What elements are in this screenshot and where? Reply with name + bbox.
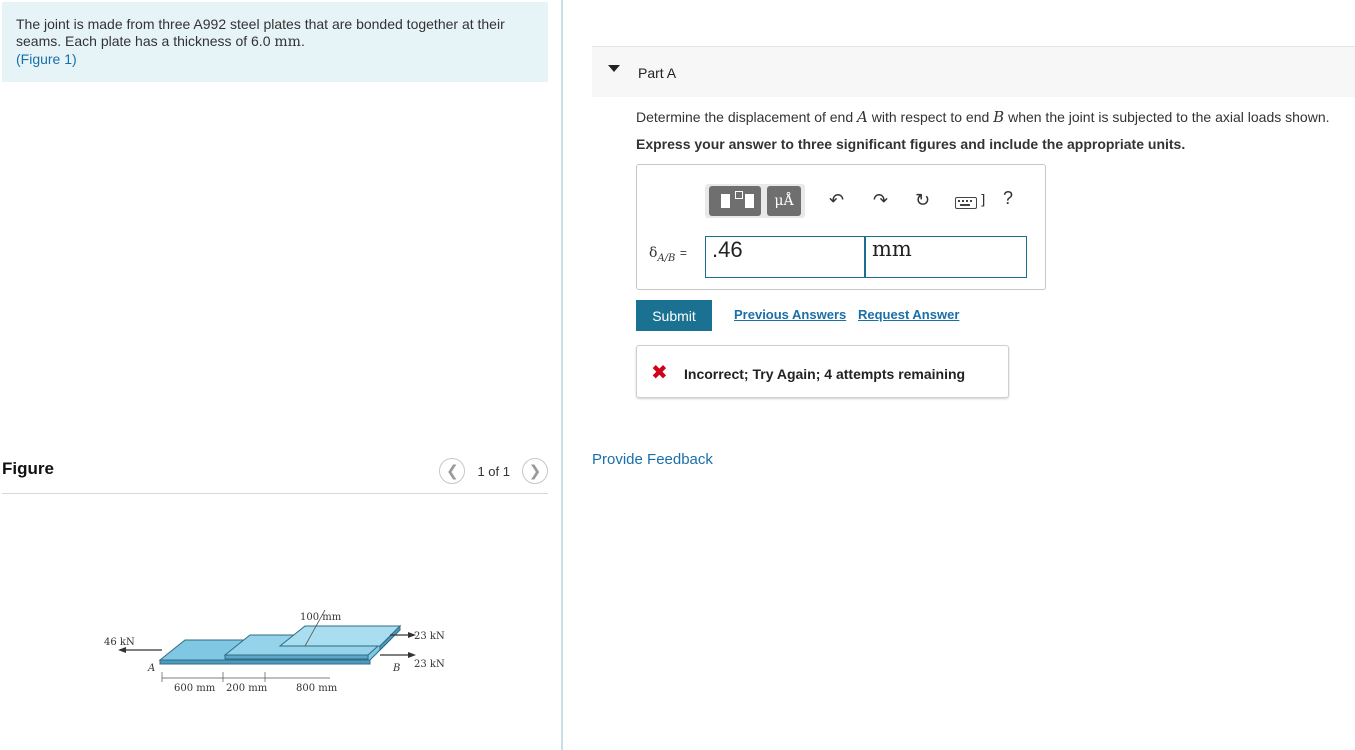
figure-image: 46 kN A B 100 mm 23 kN 23 kN 600 mm 200 …: [90, 600, 460, 700]
label-width: 100 mm: [300, 612, 342, 623]
column-divider: [561, 0, 563, 750]
label-load-bottom-right: 23 kN: [414, 659, 445, 670]
label-len-2: 200 mm: [226, 683, 268, 694]
plate-bottom-edge: [159, 659, 371, 665]
problem-text: The joint is made from three A992 steel …: [16, 16, 505, 49]
keyboard-icon[interactable]: ]: [955, 193, 985, 214]
redo-icon[interactable]: ↷: [873, 190, 888, 211]
template-icon: [721, 194, 730, 208]
figure-title: Figure: [2, 459, 54, 478]
toolbar-group: μÅ: [705, 184, 805, 218]
help-button[interactable]: ?: [1003, 188, 1013, 209]
figure-link[interactable]: (Figure 1): [16, 51, 77, 67]
label-len-1: 600 mm: [174, 683, 216, 694]
templates-button[interactable]: [709, 186, 761, 216]
caret-down-icon[interactable]: [608, 65, 620, 72]
var-a: A: [857, 108, 868, 126]
provide-feedback-link[interactable]: Provide Feedback: [592, 451, 713, 468]
units-button[interactable]: μÅ: [767, 186, 801, 216]
submit-button[interactable]: Submit: [636, 300, 712, 331]
part-a-header[interactable]: Part A: [592, 46, 1355, 97]
label-load-left: 46 kN: [104, 637, 135, 648]
problem-unit: mm: [274, 34, 301, 50]
math-toolbar: μÅ ↶ ↷ ↻ ] ?: [705, 184, 1025, 218]
load-arrowhead-bottom-right: [408, 652, 416, 658]
label-point-b: B: [392, 663, 400, 674]
label-point-a: A: [147, 663, 155, 674]
feedback-box: ✖ Incorrect; Try Again; 4 attempts remai…: [636, 345, 1009, 398]
question-text: Determine the displacement of end A with…: [636, 108, 1330, 126]
plate-middle-edge: [224, 654, 369, 660]
label-len-3: 800 mm: [296, 683, 338, 694]
unit-input[interactable]: mm: [865, 236, 1027, 278]
chevron-right-icon[interactable]: ❯: [522, 458, 548, 484]
figure-pager: ❮ 1 of 1 ❯: [439, 458, 548, 484]
label-load-top-right: 23 kN: [414, 631, 445, 642]
request-answer-link[interactable]: Request Answer: [858, 307, 959, 322]
problem-period: .: [300, 33, 305, 49]
part-title: Part A: [638, 65, 677, 81]
figure-header: Figure ❮ 1 of 1 ❯: [2, 456, 548, 494]
feedback-message: Incorrect; Try Again; 4 attempts remaini…: [684, 366, 966, 382]
answer-label: δA/B =: [649, 245, 687, 264]
problem-statement: The joint is made from three A992 steel …: [2, 2, 548, 82]
reset-icon[interactable]: ↻: [915, 190, 930, 211]
pager-text: 1 of 1: [477, 463, 510, 479]
var-b: B: [993, 108, 1005, 126]
instruction-text: Express your answer to three significant…: [636, 136, 1186, 152]
value-input[interactable]: .46: [705, 236, 865, 278]
answer-box: μÅ ↶ ↷ ↻ ] ? δA/B = .46 mm: [636, 164, 1046, 290]
error-x-icon: ✖: [651, 360, 668, 384]
chevron-left-icon[interactable]: ❮: [439, 458, 466, 484]
plate-top: [278, 625, 402, 647]
previous-answers-link[interactable]: Previous Answers: [734, 307, 846, 322]
undo-icon[interactable]: ↶: [829, 190, 844, 211]
